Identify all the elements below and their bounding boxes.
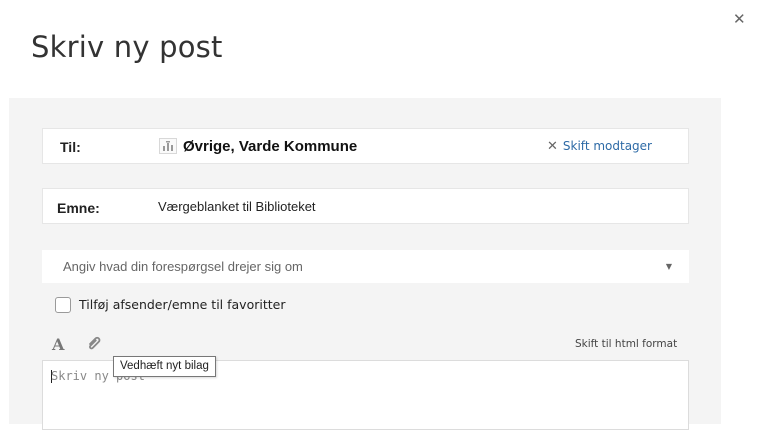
dialog-title: Skriv ny post (31, 30, 223, 64)
favorites-label: Tilføj afsender/emne til favoritter (79, 297, 286, 312)
font-format-icon[interactable]: A (52, 335, 64, 354)
subject-field[interactable]: Emne: Værgeblanket til Biblioteket (42, 188, 689, 224)
recipient-label: Til: (60, 139, 81, 155)
remove-icon: ✕ (547, 139, 558, 154)
recipient-name: Øvrige, Varde Kommune (183, 138, 358, 155)
recipient-field: Til: Øvrige, Varde Kommune ✕ Skift modtag… (42, 128, 689, 164)
subject-label: Emne: (57, 200, 100, 216)
topic-select-placeholder: Angiv hvad din forespørgsel drejer sig o… (63, 259, 303, 274)
close-icon[interactable]: ✕ (733, 11, 746, 27)
change-recipient-label: Skift modtager (562, 139, 652, 153)
topic-select[interactable]: Angiv hvad din forespørgsel drejer sig o… (42, 250, 689, 283)
html-format-toggle[interactable]: Skift til html format (575, 338, 677, 350)
organization-icon (159, 138, 177, 154)
favorites-checkbox[interactable] (55, 297, 71, 313)
chevron-down-icon: ▼ (665, 262, 672, 271)
subject-input[interactable]: Værgeblanket til Biblioteket (158, 199, 316, 214)
change-recipient-button[interactable]: ✕ Skift modtager (547, 139, 652, 154)
paperclip-icon[interactable] (86, 335, 102, 355)
attach-tooltip: Vedhæft nyt bilag (113, 356, 216, 377)
